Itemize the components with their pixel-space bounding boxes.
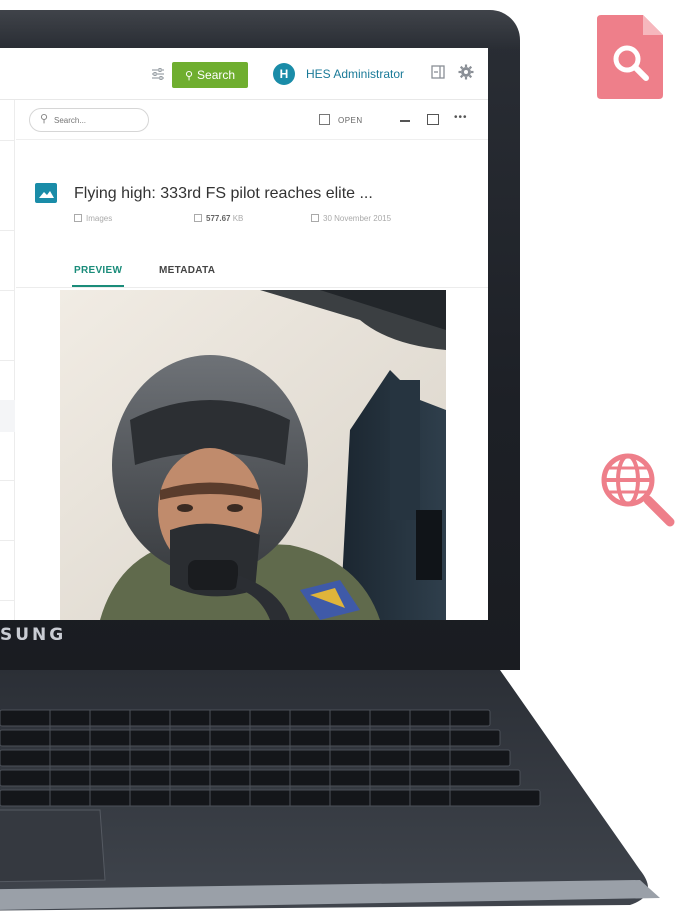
more-options-icon[interactable]: •••	[454, 112, 468, 123]
open-button-label: OPEN	[338, 116, 363, 125]
list-item-selected[interactable]	[0, 400, 15, 432]
list-divider	[0, 140, 15, 141]
search-button-label: Search	[197, 68, 236, 82]
list-divider	[0, 480, 15, 481]
image-preview	[60, 290, 446, 620]
document-size: 577.67 KB	[194, 214, 243, 223]
size-unit: KB	[232, 214, 244, 223]
search-button[interactable]: ⚲ Search	[172, 62, 248, 88]
preview-search-input[interactable]	[54, 112, 144, 128]
open-button[interactable]: OPEN	[319, 113, 363, 129]
search-icon: ⚲	[40, 113, 49, 125]
laptop-screen: ⚲ Search H HES Administrator ⚲ Search...…	[0, 48, 488, 620]
lid-highlight	[0, 10, 520, 50]
open-icon	[319, 114, 330, 125]
brand-logo-text: SUNG	[0, 625, 67, 645]
document-search-icon	[597, 15, 663, 99]
maximize-icon[interactable]	[427, 114, 439, 125]
results-list-edge	[0, 100, 15, 620]
calendar-icon	[311, 214, 319, 222]
list-divider	[0, 230, 15, 231]
logout-icon[interactable]	[431, 65, 445, 79]
filter-sliders-icon[interactable]	[150, 66, 166, 82]
size-value: 577.67	[206, 214, 231, 223]
user-avatar[interactable]: H	[273, 63, 295, 85]
list-divider	[0, 290, 15, 291]
file-icon	[74, 214, 82, 222]
image-file-icon	[35, 183, 57, 203]
gear-icon[interactable]	[458, 64, 474, 80]
preview-search-field[interactable]: ⚲	[29, 108, 149, 132]
search-icon: ⚲	[184, 70, 194, 82]
list-divider	[0, 360, 15, 361]
tab-preview[interactable]: PREVIEW	[71, 265, 125, 287]
stage: ⚲ Search H HES Administrator ⚲ Search...…	[0, 0, 676, 911]
document-tabs: PREVIEW METADATA	[16, 258, 488, 288]
list-divider	[0, 600, 15, 601]
document-title: Flying high: 333rd FS pilot reaches elit…	[74, 185, 373, 202]
laptop-keyboard-base	[0, 670, 660, 911]
document-date: 30 November 2015	[311, 214, 391, 223]
storage-icon	[194, 214, 202, 222]
tab-metadata[interactable]: METADATA	[159, 265, 215, 276]
list-divider	[0, 540, 15, 541]
minimize-icon[interactable]	[400, 120, 410, 122]
app-header: ⚲ Search H HES Administrator	[0, 48, 488, 100]
globe-search-icon	[601, 453, 675, 527]
date-text: 30 November 2015	[323, 214, 392, 223]
user-name[interactable]: HES Administrator	[306, 67, 404, 81]
category-text: Images	[86, 214, 113, 223]
document-category: Images	[74, 214, 112, 223]
preview-toolbar: ⚲ OPEN •••	[16, 100, 488, 140]
